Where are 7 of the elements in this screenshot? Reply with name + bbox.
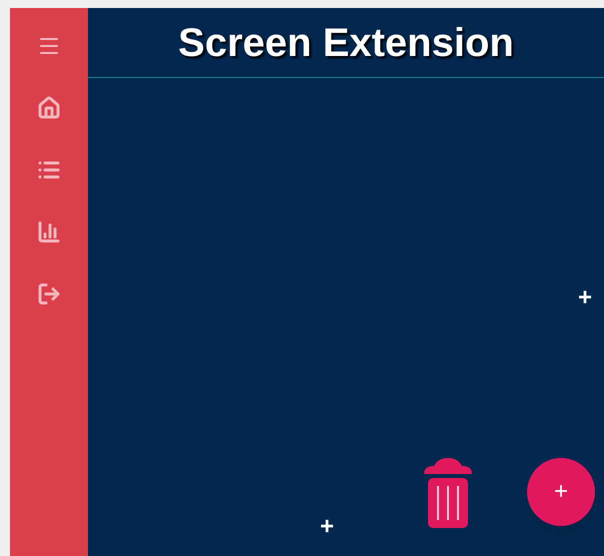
app-title: Screen Extension (178, 22, 514, 62)
plus-marker: + (320, 515, 334, 539)
bar-chart-icon[interactable] (37, 220, 61, 244)
plus-marker: + (578, 286, 592, 310)
home-icon[interactable] (37, 96, 61, 120)
sign-out-icon[interactable] (37, 282, 61, 306)
add-button[interactable]: + (527, 458, 595, 526)
